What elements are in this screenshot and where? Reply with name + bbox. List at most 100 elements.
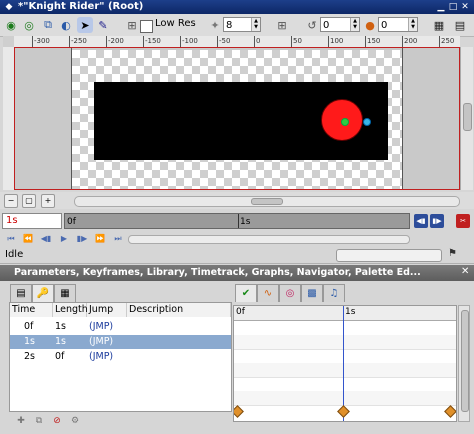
cell-length[interactable]: 1s [55, 335, 66, 349]
timetrack-row[interactable] [234, 363, 456, 378]
quality-spinner-arrows[interactable]: ▲ ▼ [251, 18, 260, 31]
onion-skin-icon[interactable]: ◐ [58, 17, 74, 33]
canvas-horizontal-scrollbar[interactable] [74, 196, 460, 207]
dock-close-icon[interactable]: ✕ [461, 266, 469, 277]
current-time-field[interactable]: 1s [2, 213, 62, 229]
past-keyframe-icon: ↺ [307, 18, 317, 32]
tab-palette-editor[interactable]: ▩ [301, 284, 323, 302]
future-frames-spinner[interactable]: 0 ▲ ▼ [378, 17, 418, 32]
timetrack-scroll-thumb[interactable] [461, 310, 469, 412]
render-icon[interactable]: ◉ [3, 17, 19, 33]
add-keyframe-icon[interactable]: ✚ [15, 415, 27, 427]
past-frames-arrows[interactable]: ▲ ▼ [350, 18, 359, 31]
status-text: Idle [5, 249, 24, 260]
resize-icon[interactable]: ⊞ [274, 17, 290, 33]
play-icon[interactable]: ▶ [58, 233, 70, 245]
minimize-icon[interactable]: ▁ [436, 2, 446, 12]
keyframe-lock-past-icon[interactable]: ◀▮ [414, 214, 428, 228]
seek-begin-icon[interactable]: ⏮ [5, 233, 17, 245]
canvas-bottom-bar: − ▢ + [0, 192, 474, 209]
ruler-tick-label: 150 [365, 36, 381, 47]
ruler-tick-label: -300 [32, 36, 50, 47]
circle-center-handle[interactable] [341, 118, 349, 126]
quality-spinner[interactable]: 8 ▲ ▼ [223, 17, 261, 32]
circle-radius-handle[interactable] [363, 118, 371, 126]
render-settings-icon[interactable]: ▤ [452, 17, 468, 33]
timetrack-row[interactable] [234, 321, 456, 336]
canvas-horizontal-scroll-thumb[interactable] [251, 198, 283, 205]
col-header-jump[interactable]: Jump [87, 303, 127, 317]
keyframe-marker-1s[interactable] [337, 405, 350, 418]
tab-graphs[interactable]: ∿ [257, 284, 279, 302]
layers-icon[interactable]: ⧉ [40, 17, 56, 33]
zoom-out-icon[interactable]: − [4, 194, 18, 208]
zoom-in-icon[interactable]: + [41, 194, 55, 208]
smooth-move-icon[interactable]: ✎ [95, 17, 111, 33]
timetrack-vertical-scrollbar[interactable] [458, 305, 470, 422]
col-header-length[interactable]: Length [53, 303, 88, 317]
close-icon[interactable]: ✕ [460, 2, 470, 12]
tab-library[interactable]: ▦ [54, 284, 76, 302]
app-menu-icon[interactable]: ◆ [4, 2, 14, 12]
table-row[interactable]: 1s 1s (JMP) [10, 335, 231, 349]
maximize-icon[interactable]: □ [448, 2, 458, 12]
keyframes-actions: ✚ ⧉ ⊘ ⚙ [9, 413, 232, 430]
cell-jump[interactable]: (JMP) [89, 320, 113, 334]
timetrack-area[interactable]: 0f 1s [233, 305, 457, 422]
dock-panel-title-bar[interactable]: Parameters, Keyframes, Library, Timetrac… [0, 265, 474, 281]
keyframe-properties-icon[interactable]: ⚙ [69, 415, 81, 427]
table-row[interactable]: 2s 0f (JMP) [10, 350, 231, 364]
animation-mode-toggle-icon[interactable]: ✂ [456, 214, 470, 228]
cell-jump[interactable]: (JMP) [89, 350, 113, 364]
cell-length[interactable]: 0f [55, 350, 64, 364]
tab-timetrack[interactable]: ✔ [235, 284, 257, 302]
low-res-checkbox[interactable] [140, 20, 153, 33]
timetrack-row[interactable] [234, 349, 456, 364]
preview-icon[interactable]: ◎ [21, 17, 37, 33]
cell-jump[interactable]: (JMP) [89, 335, 113, 349]
zoom-fit-icon[interactable]: ▢ [22, 194, 36, 208]
col-header-description[interactable]: Description [127, 303, 231, 317]
animation-mode-icon[interactable]: ▦ [431, 17, 447, 33]
seek-prev-frame-icon[interactable]: ◀▮ [40, 233, 52, 245]
seek-next-frame-icon[interactable]: ▮▶ [76, 233, 88, 245]
remove-keyframe-icon[interactable]: ⊘ [51, 415, 63, 427]
window-title-bar: ◆ *"Knight Rider" (Root) ▁ □ ✕ [0, 0, 474, 14]
timetrack-row[interactable] [234, 335, 456, 350]
transform-tool-icon[interactable]: ➤ [77, 17, 93, 33]
stop-render-icon[interactable]: ⚑ [448, 248, 457, 259]
keyframe-lock-future-icon[interactable]: ▮▶ [430, 214, 444, 228]
keyframe-marker-2s[interactable] [444, 405, 456, 418]
past-frames-spinner[interactable]: 0 ▲ ▼ [320, 17, 360, 32]
tab-navigator[interactable]: ◎ [279, 284, 301, 302]
time-slider[interactable]: 0f 1s [64, 213, 410, 229]
col-header-time[interactable]: Time [10, 303, 53, 317]
canvas-bound-right [402, 48, 403, 189]
timetrack-time-cursor[interactable] [343, 306, 344, 421]
future-frames-arrows[interactable]: ▲ ▼ [408, 18, 417, 31]
low-res-label: Low Res [155, 18, 196, 29]
cell-length[interactable]: 1s [55, 320, 66, 334]
keyframe-marker-0f[interactable] [234, 405, 244, 418]
timetrack-ruler[interactable]: 0f 1s [234, 306, 456, 321]
grid-icon[interactable]: ⊞ [124, 17, 140, 33]
ruler-tick-label: -250 [69, 36, 87, 47]
canvas-bound-left [71, 48, 72, 189]
timetrack-row[interactable] [234, 391, 456, 406]
seek-end-icon[interactable]: ⏭ [112, 233, 124, 245]
ruler-corner-button[interactable] [3, 36, 14, 47]
canvas-vertical-scrollbar[interactable] [460, 47, 473, 190]
seek-next-keyframe-icon[interactable]: ⏩ [94, 233, 106, 245]
tab-parameters[interactable]: ▤ [10, 284, 32, 302]
palette-icon: ▩ [307, 288, 317, 299]
canvas-vertical-scroll-thumb[interactable] [463, 103, 472, 131]
duplicate-keyframe-icon[interactable]: ⧉ [33, 415, 45, 427]
canvas-workarea[interactable] [14, 47, 460, 190]
seek-prev-keyframe-icon[interactable]: ⏪ [22, 233, 34, 245]
time-cursor[interactable] [238, 214, 239, 228]
playback-range-bar[interactable] [128, 235, 410, 244]
tab-keyframes[interactable]: 🔑 [32, 284, 54, 302]
table-row[interactable]: 0f 1s (JMP) [10, 320, 231, 334]
tab-sound[interactable]: ♫ [323, 284, 345, 302]
timetrack-row[interactable] [234, 377, 456, 392]
